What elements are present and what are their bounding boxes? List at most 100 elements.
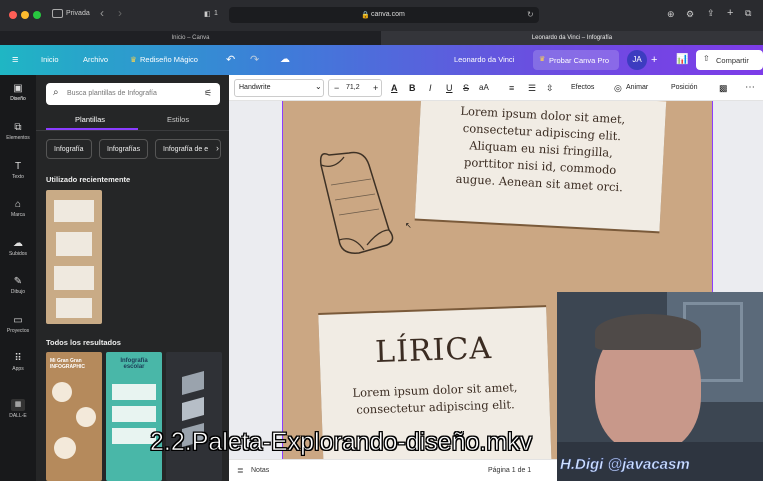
text-icon: T [14, 161, 22, 172]
share-icon[interactable]: ⇪ [707, 8, 715, 19]
rail-item-design[interactable]: ▣ Diseño [0, 83, 36, 102]
rail-label: Diseño [10, 96, 26, 102]
rail-item-text[interactable]: T Texto [0, 161, 36, 180]
tab-infografia[interactable]: Leonardo da Vinci – Infografía [381, 31, 763, 45]
animate-button[interactable]: Animar [626, 75, 648, 101]
spacing-icon[interactable]: ⇳ [546, 75, 554, 101]
templates-panel: ⌕ Busca plantillas de Infografía ⚟ Plant… [36, 75, 229, 481]
maximize-window-button[interactable] [33, 11, 41, 19]
tab-templates[interactable]: Plantillas [75, 115, 105, 124]
minimize-window-button[interactable] [21, 11, 29, 19]
menu-icon[interactable]: ≡ [12, 45, 18, 75]
effects-button[interactable]: Efectos [571, 75, 594, 101]
font-family-select[interactable]: Handwrite ⌄ [234, 79, 324, 97]
rail-item-brand[interactable]: ⌂ Marca [0, 199, 36, 218]
result-shape [76, 407, 96, 427]
increase-size-button[interactable]: + [373, 83, 378, 93]
decrease-size-button[interactable]: − [334, 83, 339, 93]
browser-toolbar: Privada ‹ › ◧ 1 🔒 canva.com ↻ ⊕ ⚙ ⇪ + ⧉ [0, 0, 763, 31]
rail-item-dalle[interactable]: ▦ DALL-E [0, 399, 36, 419]
settings-icon[interactable]: ⚙ [686, 9, 694, 20]
result-title: Infografía escolar [120, 358, 148, 370]
notes-button[interactable]: Notas [251, 467, 269, 474]
result-template-1[interactable]: Mi Gran Gran INFOGRAPHIC [46, 352, 102, 481]
layout-icon: ▣ [13, 83, 23, 94]
share-button[interactable]: ⇧ Compartir [696, 50, 763, 70]
chip-infografias[interactable]: Infografías [99, 139, 149, 159]
insights-icon[interactable]: 📊 [676, 45, 688, 75]
tabs-icon[interactable]: ⧉ [745, 8, 751, 19]
list-icon[interactable]: ☰ [528, 75, 536, 101]
note-card-1[interactable]: Lorem ipsum dolor sit amet, consectetur … [414, 101, 667, 232]
chip-infografia[interactable]: Infografía [46, 139, 92, 159]
add-collaborator-icon[interactable]: + [651, 45, 657, 75]
underline-icon[interactable]: U [446, 75, 453, 101]
font-size-stepper[interactable]: − 71,2 + [328, 79, 382, 97]
forward-icon[interactable]: › [118, 6, 122, 20]
transparency-icon[interactable]: ▩ [719, 75, 728, 101]
rail-label: Subidos [8, 251, 28, 257]
undo-icon[interactable]: ↶ [226, 45, 235, 75]
search-input[interactable]: Busca plantillas de Infografía [67, 90, 157, 97]
position-button[interactable]: Posición [671, 75, 697, 101]
mouse-cursor-icon: ↖ [405, 221, 412, 230]
magic-resize-button[interactable]: Rediseño Mágico [140, 45, 198, 75]
strikethrough-icon[interactable]: S [463, 75, 469, 101]
recent-template-thumbnail[interactable] [46, 190, 102, 324]
sidebar-toggle-icon[interactable] [52, 9, 63, 18]
rail-label: Proyectos [6, 328, 30, 334]
rail-item-elements[interactable]: ⧉ Elementos [0, 122, 36, 141]
upload-icon: ⇧ [703, 54, 710, 63]
rail-item-draw[interactable]: ✎ Dibujo [0, 276, 36, 295]
tab-strip: Inicio – Canva Leonardo da Vinci – Infog… [0, 31, 763, 45]
brand-icon: ⌂ [14, 199, 22, 210]
lirica-heading[interactable]: LÍRICA [318, 307, 548, 372]
avatar[interactable]: JA [627, 50, 647, 70]
close-window-button[interactable] [9, 11, 17, 19]
tab-inicio[interactable]: Inicio – Canva [0, 31, 381, 45]
address-bar[interactable]: 🔒 canva.com ↻ [229, 7, 539, 23]
italic-icon[interactable]: I [429, 75, 432, 101]
font-size-input[interactable]: 71,2 [346, 84, 360, 91]
bold-icon[interactable]: B [409, 75, 416, 101]
scroll-illustration-icon[interactable] [309, 145, 399, 270]
result-template-2[interactable]: Infografía escolar [106, 352, 162, 481]
share-label: Compartir [716, 56, 749, 65]
chevron-right-icon[interactable]: › [216, 143, 219, 153]
note-paragraph-2[interactable]: Lorem ipsum dolor sit amet, consectetur … [320, 364, 550, 420]
upload-icon: ☁ [13, 238, 23, 249]
text-color-icon[interactable]: A [391, 75, 398, 101]
filter-icon[interactable]: ⚟ [204, 88, 212, 99]
document-title[interactable]: Leonardo da Vinci [454, 45, 514, 75]
cloud-saved-icon: ☁ [280, 54, 290, 65]
case-icon[interactable]: aA [479, 75, 489, 101]
dalle-icon: ▦ [11, 399, 25, 411]
chip-infografia-de[interactable]: Infografía de e [155, 139, 221, 159]
page-indicator: Página 1 de 1 [488, 467, 532, 474]
shapes-icon: ⧉ [14, 122, 22, 133]
download-icon[interactable]: ⊕ [667, 9, 675, 20]
reload-icon[interactable]: ↻ [527, 10, 534, 19]
rail-label: DALL-E [9, 413, 27, 419]
rail-item-uploads[interactable]: ☁ Subidos [0, 238, 36, 257]
file-menu[interactable]: Archivo [83, 45, 108, 75]
home-link[interactable]: Inicio [41, 45, 59, 75]
search-icon: ⌕ [53, 87, 59, 98]
rail-label: Elementos [6, 135, 30, 141]
more-icon[interactable]: ⋯ [745, 75, 755, 101]
recent-heading: Utilizado recientemente [46, 175, 131, 184]
tab-overview-icon[interactable]: ◧ [204, 10, 211, 18]
result-template-3[interactable] [166, 352, 222, 481]
rail-item-projects[interactable]: ▭ Proyectos [0, 315, 36, 334]
folder-icon: ▭ [13, 315, 23, 326]
redo-icon[interactable]: ↷ [250, 45, 259, 75]
try-pro-button[interactable]: ♛ Probar Canva Pro [533, 50, 619, 70]
new-tab-icon[interactable]: + [727, 7, 733, 19]
align-icon[interactable]: ≡ [509, 75, 514, 101]
note-paragraph-1[interactable]: Lorem ipsum dolor sit amet, consectetur … [416, 101, 666, 198]
rail-item-apps[interactable]: ⠿ Apps [0, 353, 36, 372]
tab-styles[interactable]: Estilos [167, 115, 189, 124]
template-search-field[interactable]: ⌕ Busca plantillas de Infografía ⚟ [46, 83, 220, 105]
back-icon[interactable]: ‹ [100, 6, 104, 20]
thumb-note [54, 200, 94, 222]
